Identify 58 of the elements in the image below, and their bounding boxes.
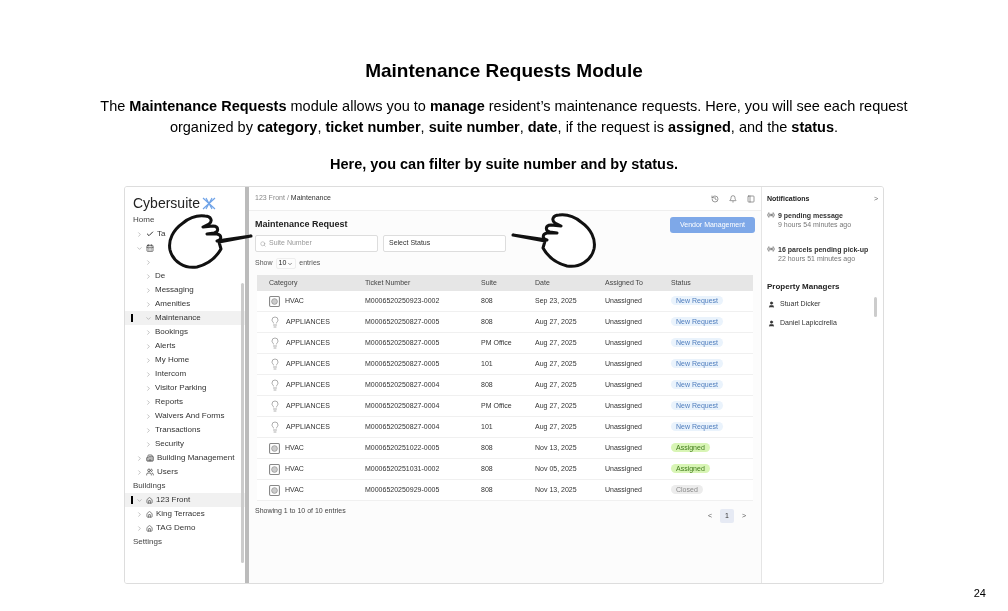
- sidebar-item[interactable]: Transactions: [142, 424, 201, 436]
- sidebar-item[interactable]: Building Management: [133, 452, 235, 464]
- sidebar-item[interactable]: Messaging: [142, 284, 194, 296]
- lightbulb-icon: [269, 316, 281, 328]
- lightbulb-icon: [269, 337, 281, 349]
- sidebar-item[interactable]: My Home: [142, 354, 190, 366]
- sidebar-item[interactable]: Reports: [142, 396, 183, 408]
- broadcast-icon: [767, 245, 775, 253]
- sidebar-item[interactable]: Waivers And Forms: [142, 410, 225, 422]
- logo-text: Cybersuite: [133, 196, 200, 210]
- sidebar-item[interactable]: Ta: [133, 228, 166, 240]
- active-indicator: [131, 314, 133, 322]
- home-icon: [146, 524, 153, 532]
- page-title: Maintenance Request: [255, 218, 348, 232]
- home-icon: [146, 496, 153, 504]
- sidebar-item[interactable]: Security: [142, 438, 184, 450]
- active-indicator: [131, 496, 133, 504]
- sidebar-item[interactable]: Users: [133, 466, 178, 478]
- lightbulb-icon: [269, 400, 281, 412]
- lightbulb-icon: [269, 358, 281, 370]
- person-icon: [768, 320, 775, 327]
- section-heading: Buildings: [133, 480, 166, 492]
- hvac-unit-icon: [269, 463, 280, 475]
- lightbulb-icon: [269, 379, 281, 391]
- notification-bell-icon[interactable]: [729, 194, 737, 203]
- check-icon: [146, 230, 154, 238]
- sidebar-item[interactable]: De: [142, 270, 166, 282]
- logo-icon: [201, 196, 216, 210]
- history-icon[interactable]: [711, 194, 719, 203]
- slide-description: The Maintenance Requests module allows you to manage resident’s maintenance requests. Here, you will see each request organized by category, ticket number, suite number, date, if the request is assigned, and the status.: [99, 97, 909, 137]
- slide-title: Maintenance Requests Module: [365, 59, 643, 83]
- hvac-unit-icon: [269, 295, 280, 307]
- managers-heading: Property Managers: [766, 281, 841, 293]
- sidebar-item[interactable]: Visitor Parking: [142, 382, 207, 394]
- sidebar-item[interactable]: Amenities: [142, 298, 191, 310]
- calendar-icon: [146, 244, 154, 252]
- home-icon: [146, 510, 153, 518]
- building-icon: [146, 454, 154, 462]
- panel-toggle-icon[interactable]: [747, 194, 755, 203]
- search-icon: [260, 240, 266, 247]
- caret-icon: [287, 260, 294, 267]
- scrollbar-thumb: [874, 297, 877, 317]
- sidebar-item[interactable]: Alerts: [142, 340, 176, 352]
- lightbulb-icon: [269, 421, 281, 433]
- section-heading: Home: [133, 214, 155, 226]
- hvac-unit-icon: [269, 484, 280, 496]
- sidebar-item[interactable]: Bookings: [142, 326, 188, 338]
- pointing-hand-icon: [511, 211, 597, 269]
- slide-note: Here, you can filter by suite number and by status.: [329, 155, 679, 174]
- person-icon: [768, 301, 775, 308]
- section-heading: Settings: [133, 536, 162, 548]
- page-number: 24: [973, 585, 986, 601]
- sidebar-item[interactable]: Intercom: [142, 368, 187, 380]
- broadcast-icon: [767, 211, 775, 219]
- sidebar-item[interactable]: TAG Demo: [133, 522, 196, 534]
- hvac-unit-icon: [269, 442, 280, 454]
- users-icon: [146, 468, 154, 476]
- sidebar-item[interactable]: King Terraces: [133, 508, 205, 520]
